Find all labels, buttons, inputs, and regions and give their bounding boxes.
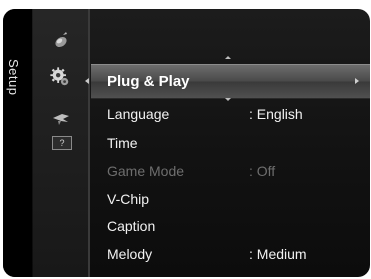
menu-item-label: V-Chip: [107, 191, 150, 207]
menu-item-value: : Medium: [249, 246, 307, 262]
active-category-pointer-icon: [85, 78, 89, 84]
menu-item-language[interactable]: Language : English: [107, 106, 367, 126]
menu-item-label: Caption: [107, 218, 156, 234]
menu-item-v-chip[interactable]: V-Chip: [107, 191, 367, 211]
input-icon[interactable]: [50, 107, 72, 129]
submenu-arrow-icon: [355, 78, 359, 84]
side-tab-label: Setup: [6, 59, 21, 96]
tv-menu-screen: Setup ? Plug & Play Language: English T…: [3, 9, 370, 277]
menu-item-value: : Off: [249, 163, 276, 179]
picture-icon[interactable]: [50, 29, 72, 51]
menu-item-plug-and-play[interactable]: Plug & Play: [91, 64, 370, 99]
scroll-up-icon[interactable]: [225, 56, 231, 59]
setup-gear-icon[interactable]: [49, 66, 71, 88]
menu-item-time[interactable]: Time: [107, 135, 367, 155]
support-icon[interactable]: ?: [52, 136, 72, 150]
menu-item-label: Time: [107, 135, 138, 151]
selected-item-label: Plug & Play: [107, 73, 190, 90]
scroll-down-icon[interactable]: [225, 98, 231, 101]
menu-item-label: Game Mode: [107, 163, 185, 179]
side-tab: Setup: [3, 9, 32, 277]
menu-item-game-mode: Game Mode : Off: [107, 163, 367, 183]
menu-item-label: Melody: [107, 246, 153, 262]
menu-item-caption[interactable]: Caption: [107, 218, 367, 238]
menu-item-value: : English: [249, 106, 303, 122]
column-divider: [88, 9, 90, 277]
menu-item-melody[interactable]: Melody : Medium: [107, 246, 367, 266]
menu-item-label: Language: [107, 106, 170, 122]
